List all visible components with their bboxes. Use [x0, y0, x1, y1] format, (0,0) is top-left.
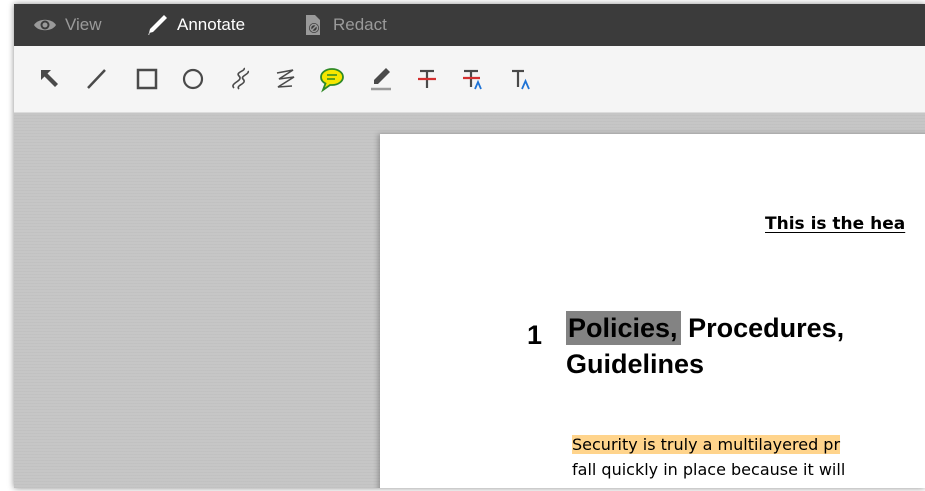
redact-icon [301, 13, 325, 37]
app-window: View Annotate Redact This is the hea 1 P… [14, 4, 925, 488]
mode-tab-redact[interactable]: Redact [301, 4, 387, 46]
freehand-icon[interactable] [226, 65, 254, 93]
section-number: 1 [527, 320, 543, 350]
highlight-annotation[interactable]: Security is truly a multilayered pr [572, 435, 841, 454]
line-icon[interactable] [83, 65, 111, 93]
insert-text-icon[interactable] [507, 65, 535, 93]
document-header: This is the hea [765, 214, 906, 234]
body-text-line-2: fall quickly in place because it will [572, 460, 846, 479]
pen-icon [145, 13, 169, 37]
annotation-toolbar [14, 46, 925, 113]
highlighter-icon[interactable] [367, 65, 395, 93]
mode-tab-label: Annotate [177, 15, 246, 34]
document-viewer[interactable]: This is the hea 1 Policies, Procedures, … [14, 113, 925, 488]
replace-text-icon[interactable] [459, 65, 487, 93]
body-text-line-1: Security is truly a multilayered pr [572, 435, 841, 454]
section-title-rest: Procedures, [680, 313, 845, 343]
comment-icon[interactable] [318, 65, 346, 93]
section-title-line2: Guidelines [566, 349, 705, 379]
redaction-mark[interactable]: Policies, [566, 311, 681, 345]
rectangle-icon[interactable] [133, 65, 161, 93]
mode-bar: View Annotate Redact [14, 4, 925, 46]
mode-tab-annotate[interactable]: Annotate [145, 4, 245, 46]
strikethrough-icon[interactable] [413, 65, 441, 93]
mode-tab-view[interactable]: View [33, 4, 102, 46]
mode-tab-label: View [65, 15, 102, 34]
select-arrow-icon[interactable] [36, 65, 64, 93]
ellipse-icon[interactable] [179, 65, 207, 93]
document-page[interactable]: This is the hea 1 Policies, Procedures, … [380, 134, 925, 488]
eye-icon [33, 13, 57, 37]
polyline-icon[interactable] [272, 65, 300, 93]
mode-tab-label: Redact [333, 15, 387, 34]
section-title: Policies, Procedures, Guidelines [566, 310, 844, 382]
